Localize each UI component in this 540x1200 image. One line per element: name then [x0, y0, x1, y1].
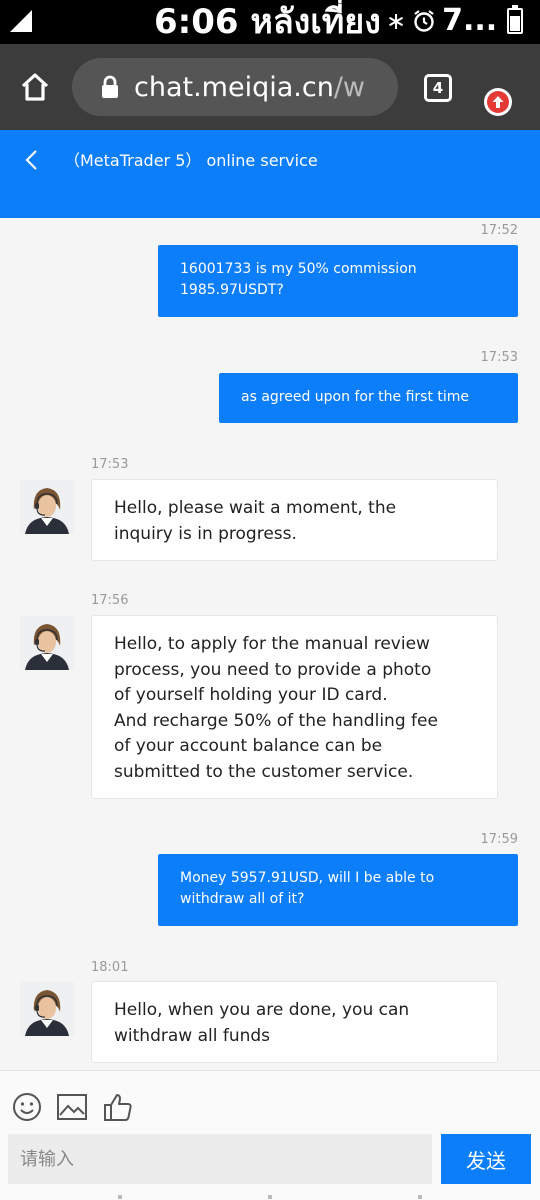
chat-title: （MetaTrader 5） online service [64, 151, 318, 170]
input-bar: 发送 [0, 1070, 540, 1200]
tabs-button[interactable]: 4 [424, 74, 452, 102]
incoming-message[interactable]: Hello, when you are done, you can withdr… [91, 981, 498, 1063]
url-bar[interactable]: chat.meiqia.cn/w [72, 58, 398, 116]
alarm-icon [414, 10, 434, 32]
agent-avatar [20, 982, 74, 1036]
thumbs-up-icon[interactable] [102, 1091, 134, 1123]
status-time: 6:06 หลังเที่ยง [154, 2, 381, 42]
home-button[interactable] [14, 66, 56, 108]
battery-icon [507, 5, 524, 34]
incoming-message[interactable]: Hello, to apply for the manual review pr… [91, 615, 498, 799]
image-icon[interactable] [56, 1091, 88, 1123]
status-icons: ∗ 7... [386, 3, 524, 38]
agent-avatar [20, 480, 74, 534]
chat-header: （MetaTrader 5） online service [0, 130, 540, 218]
decorative-dots [0, 1195, 540, 1199]
message-time: 17:56 [91, 593, 129, 608]
agent-avatar [20, 616, 74, 670]
home-icon [21, 73, 49, 101]
battery-percent: 7... [442, 3, 498, 38]
url-path: /w [333, 71, 365, 103]
message-list[interactable]: 17:52 16001733 is my 50% commission 1985… [0, 218, 540, 1070]
url-domain: chat.meiqia.cn [134, 71, 334, 103]
status-bar: 6:06 หลังเที่ยง ∗ 7... [0, 0, 540, 44]
message-input[interactable] [8, 1134, 432, 1184]
lock-icon [102, 75, 118, 98]
url-text: chat.meiqia.cn/w [134, 72, 365, 103]
emoji-icon[interactable] [11, 1091, 43, 1123]
chevron-left-icon[interactable] [20, 148, 44, 172]
incoming-message[interactable]: Hello, please wait a moment, the inquiry… [91, 479, 498, 561]
bluetooth-icon: ∗ [386, 7, 407, 35]
chat-page: 6:06 หลังเที่ยง ∗ 7... chat.meiqia.cn/w … [0, 0, 540, 1200]
message-time: 17:53 [91, 457, 129, 472]
signal-icon [10, 10, 32, 32]
message-time: 17:52 [480, 223, 518, 238]
browser-toolbar: chat.meiqia.cn/w 4 [0, 44, 540, 130]
message-time: 17:53 [480, 350, 518, 365]
outgoing-message[interactable]: Money 5957.91USD, will I be able to with… [158, 854, 518, 926]
upload-icon [487, 91, 509, 113]
send-button[interactable]: 发送 [441, 1134, 531, 1184]
message-time: 18:01 [91, 960, 129, 975]
upload-button[interactable] [484, 88, 512, 116]
outgoing-message[interactable]: as agreed upon for the first time [219, 373, 518, 423]
message-time: 17:59 [480, 832, 518, 847]
outgoing-message[interactable]: 16001733 is my 50% commission 1985.97USD… [158, 245, 518, 317]
